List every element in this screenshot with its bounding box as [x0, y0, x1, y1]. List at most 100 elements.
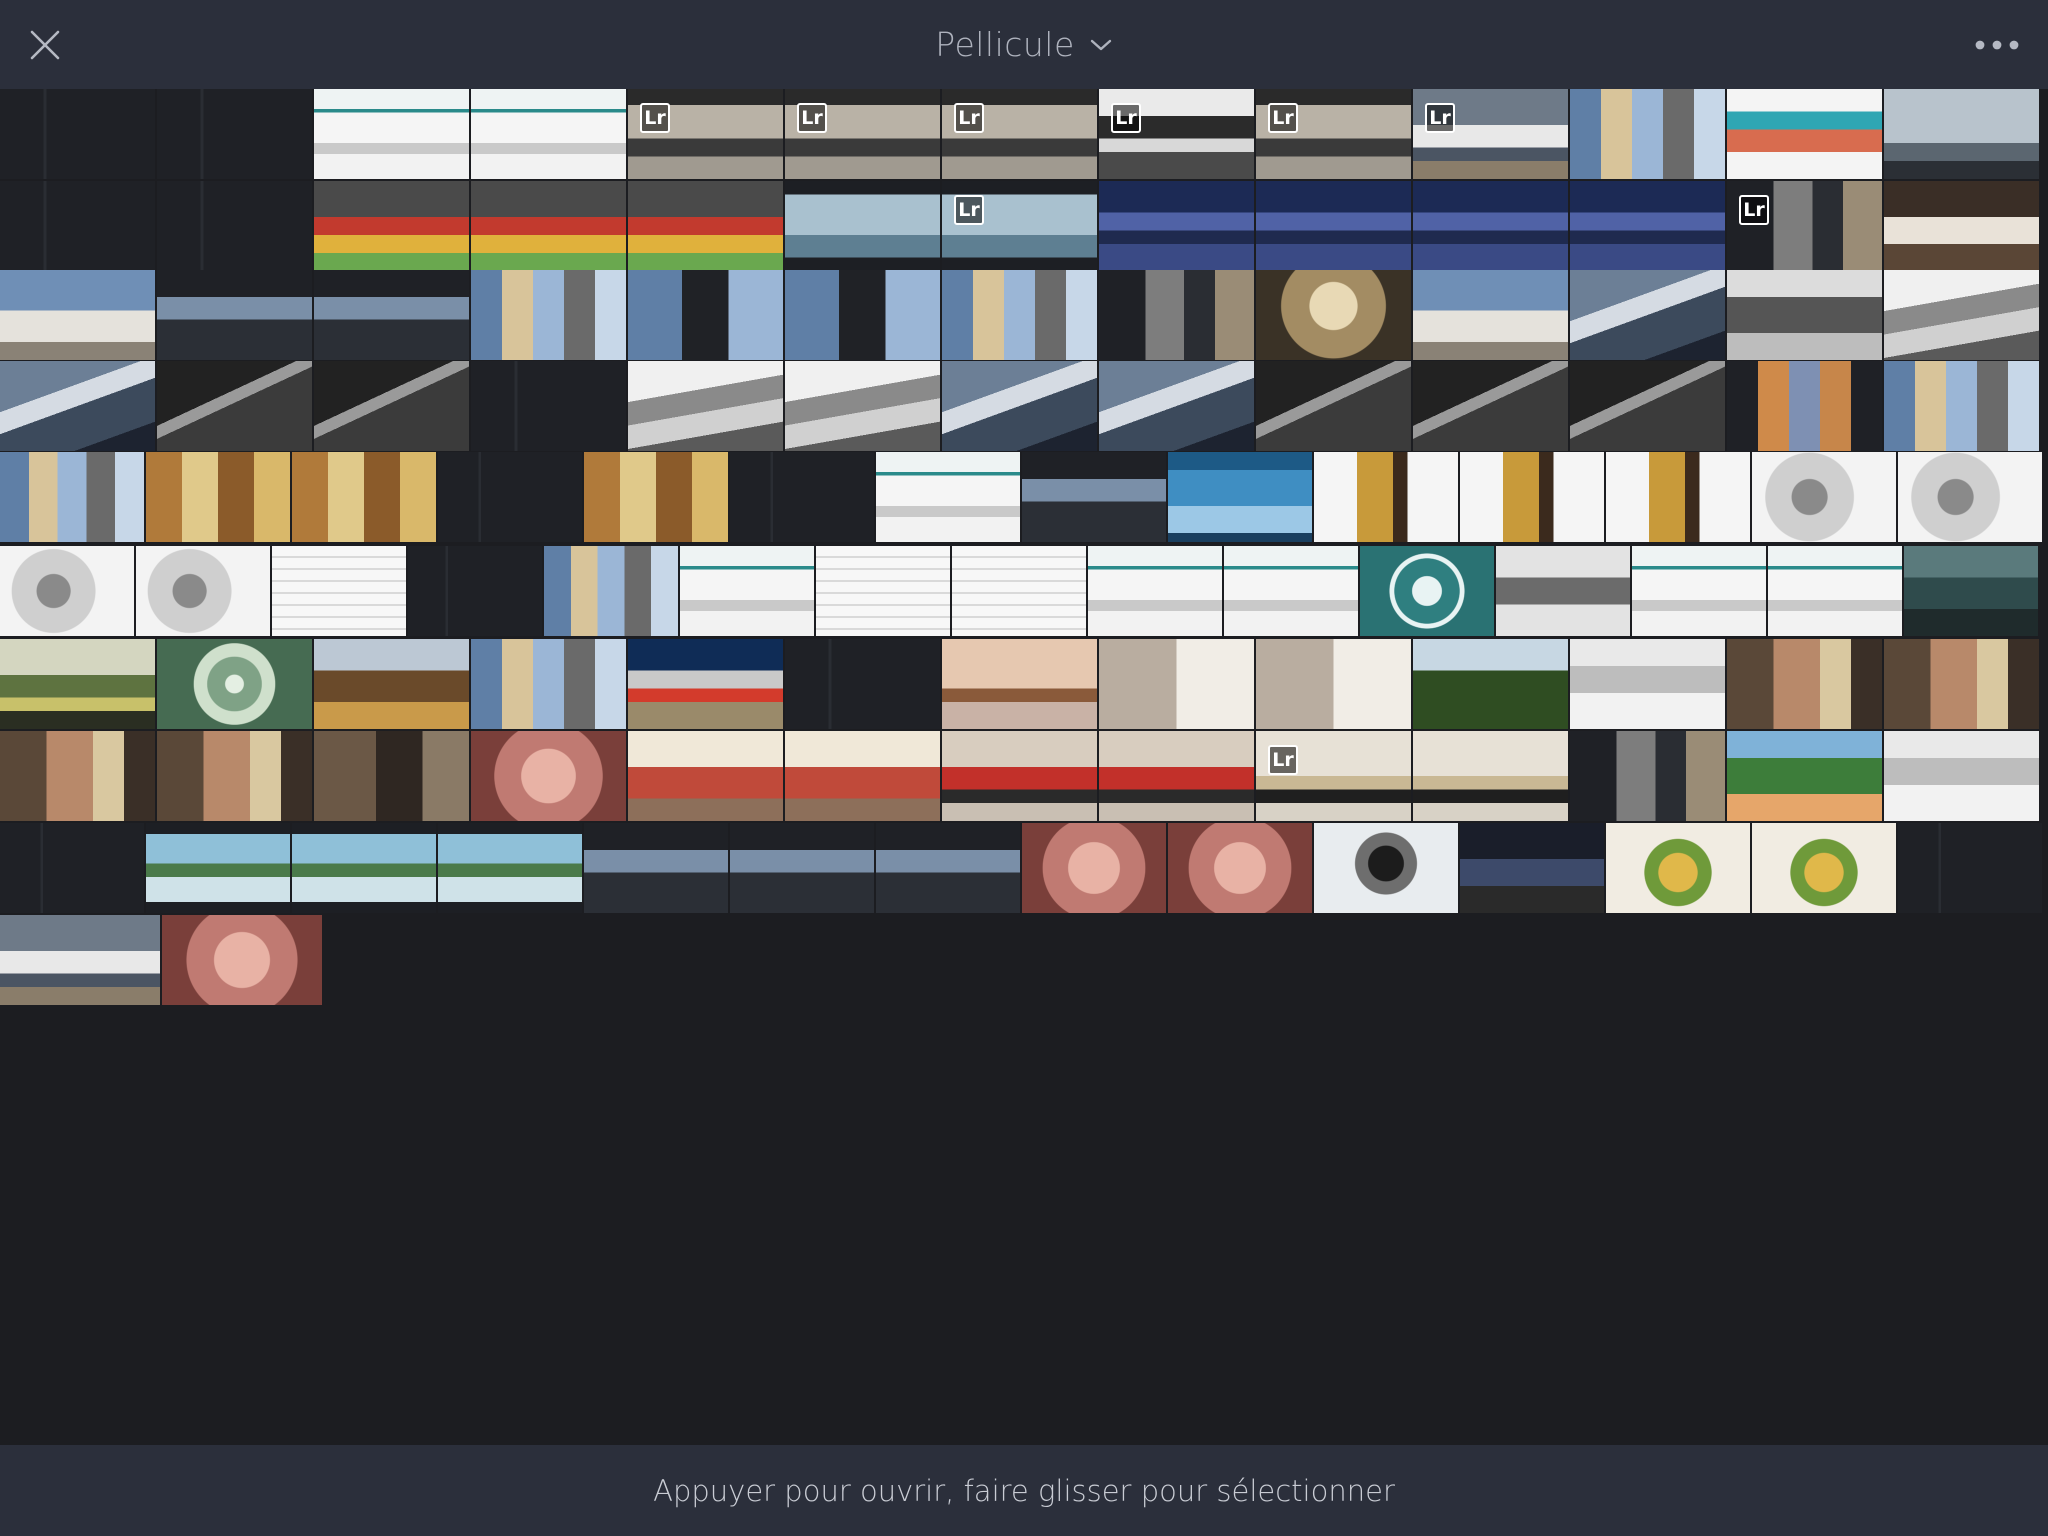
photo-thumbnail[interactable]	[314, 361, 469, 451]
photo-thumbnail[interactable]	[1570, 639, 1725, 729]
photo-thumbnail[interactable]	[544, 546, 678, 636]
photo-thumbnail[interactable]	[1570, 731, 1725, 821]
photo-thumbnail[interactable]: Lr	[1099, 89, 1254, 179]
photo-thumbnail[interactable]	[146, 823, 290, 913]
photo-grid[interactable]: Lr Lr Lr Lr Lr Lr Lr Lr Lr	[0, 89, 2048, 1445]
photo-thumbnail[interactable]	[1884, 731, 2039, 821]
photo-thumbnail[interactable]	[1460, 452, 1604, 542]
photo-thumbnail[interactable]	[785, 270, 940, 360]
photo-thumbnail[interactable]: Lr	[1413, 89, 1568, 179]
photo-thumbnail[interactable]	[942, 361, 1097, 451]
photo-thumbnail[interactable]	[628, 731, 783, 821]
photo-thumbnail[interactable]: Lr	[1256, 731, 1411, 821]
photo-thumbnail[interactable]	[1099, 639, 1254, 729]
photo-thumbnail[interactable]	[0, 181, 155, 271]
photo-thumbnail[interactable]	[1168, 823, 1312, 913]
photo-thumbnail[interactable]	[1314, 823, 1458, 913]
photo-thumbnail[interactable]	[1413, 270, 1568, 360]
photo-thumbnail[interactable]: Lr	[942, 181, 1097, 271]
photo-thumbnail[interactable]	[157, 89, 312, 179]
photo-thumbnail[interactable]	[1022, 823, 1166, 913]
photo-thumbnail[interactable]	[952, 546, 1086, 636]
photo-thumbnail[interactable]	[584, 823, 728, 913]
photo-thumbnail[interactable]	[1632, 546, 1766, 636]
photo-thumbnail[interactable]	[1256, 361, 1411, 451]
photo-thumbnail[interactable]	[1570, 361, 1725, 451]
photo-thumbnail[interactable]	[1606, 452, 1750, 542]
photo-thumbnail[interactable]	[471, 731, 626, 821]
photo-thumbnail[interactable]	[292, 452, 436, 542]
photo-thumbnail[interactable]	[1360, 546, 1494, 636]
more-icon[interactable]	[1972, 30, 2022, 60]
photo-thumbnail[interactable]	[1884, 270, 2039, 360]
photo-thumbnail[interactable]	[1099, 181, 1254, 271]
photo-thumbnail[interactable]	[1898, 452, 2042, 542]
photo-thumbnail[interactable]	[1727, 639, 1882, 729]
photo-thumbnail[interactable]	[942, 270, 1097, 360]
photo-thumbnail[interactable]	[1898, 823, 2042, 913]
photo-thumbnail[interactable]	[942, 639, 1097, 729]
photo-thumbnail[interactable]	[471, 639, 626, 729]
photo-thumbnail[interactable]	[1022, 452, 1166, 542]
photo-thumbnail[interactable]	[0, 915, 160, 1005]
photo-thumbnail[interactable]: Lr	[1256, 89, 1411, 179]
photo-thumbnail[interactable]	[157, 731, 312, 821]
photo-thumbnail[interactable]	[1256, 270, 1411, 360]
photo-thumbnail[interactable]	[1606, 823, 1750, 913]
photo-thumbnail[interactable]	[730, 452, 874, 542]
photo-thumbnail[interactable]: Lr	[1727, 181, 1882, 271]
photo-thumbnail[interactable]	[1413, 181, 1568, 271]
photo-thumbnail[interactable]	[785, 639, 940, 729]
photo-thumbnail[interactable]	[438, 823, 582, 913]
photo-thumbnail[interactable]	[136, 546, 270, 636]
photo-thumbnail[interactable]	[162, 915, 322, 1005]
photo-thumbnail[interactable]	[157, 270, 312, 360]
photo-thumbnail[interactable]	[408, 546, 542, 636]
photo-thumbnail[interactable]	[1727, 270, 1882, 360]
photo-thumbnail[interactable]	[785, 731, 940, 821]
photo-thumbnail[interactable]	[1413, 639, 1568, 729]
photo-thumbnail[interactable]	[1460, 823, 1604, 913]
photo-thumbnail[interactable]	[314, 270, 469, 360]
photo-thumbnail[interactable]	[1727, 89, 1882, 179]
photo-thumbnail[interactable]	[1768, 546, 1902, 636]
photo-thumbnail[interactable]	[0, 546, 134, 636]
photo-thumbnail[interactable]	[1727, 361, 1882, 451]
photo-thumbnail[interactable]	[0, 361, 155, 451]
photo-thumbnail[interactable]	[471, 361, 626, 451]
photo-thumbnail[interactable]	[1413, 731, 1568, 821]
photo-thumbnail[interactable]: Lr	[628, 89, 783, 179]
photo-thumbnail[interactable]	[292, 823, 436, 913]
photo-thumbnail[interactable]	[438, 452, 582, 542]
photo-thumbnail[interactable]	[314, 181, 469, 271]
photo-thumbnail[interactable]	[1256, 639, 1411, 729]
photo-thumbnail[interactable]	[876, 452, 1020, 542]
photo-thumbnail[interactable]	[0, 823, 144, 913]
photo-thumbnail[interactable]	[680, 546, 814, 636]
photo-thumbnail[interactable]	[584, 452, 728, 542]
photo-thumbnail[interactable]	[0, 270, 155, 360]
album-selector[interactable]: Pellicule	[935, 25, 1113, 64]
photo-thumbnail[interactable]	[628, 270, 783, 360]
photo-thumbnail[interactable]: Lr	[942, 89, 1097, 179]
photo-thumbnail[interactable]	[1570, 89, 1725, 179]
photo-thumbnail[interactable]	[1727, 731, 1882, 821]
photo-thumbnail[interactable]	[157, 639, 312, 729]
photo-thumbnail[interactable]	[1099, 731, 1254, 821]
photo-thumbnail[interactable]	[0, 89, 155, 179]
photo-thumbnail[interactable]	[942, 731, 1097, 821]
photo-thumbnail[interactable]	[1099, 361, 1254, 451]
photo-thumbnail[interactable]	[1099, 270, 1254, 360]
photo-thumbnail[interactable]	[1256, 181, 1411, 271]
photo-thumbnail[interactable]	[314, 89, 469, 179]
photo-thumbnail[interactable]	[471, 181, 626, 271]
close-icon[interactable]	[26, 26, 64, 64]
photo-thumbnail[interactable]	[1884, 639, 2039, 729]
photo-thumbnail[interactable]	[1752, 823, 1896, 913]
photo-thumbnail[interactable]	[157, 361, 312, 451]
photo-thumbnail[interactable]	[876, 823, 1020, 913]
photo-thumbnail[interactable]	[816, 546, 950, 636]
photo-thumbnail[interactable]	[1413, 361, 1568, 451]
photo-thumbnail[interactable]	[0, 639, 155, 729]
photo-thumbnail[interactable]	[1088, 546, 1222, 636]
